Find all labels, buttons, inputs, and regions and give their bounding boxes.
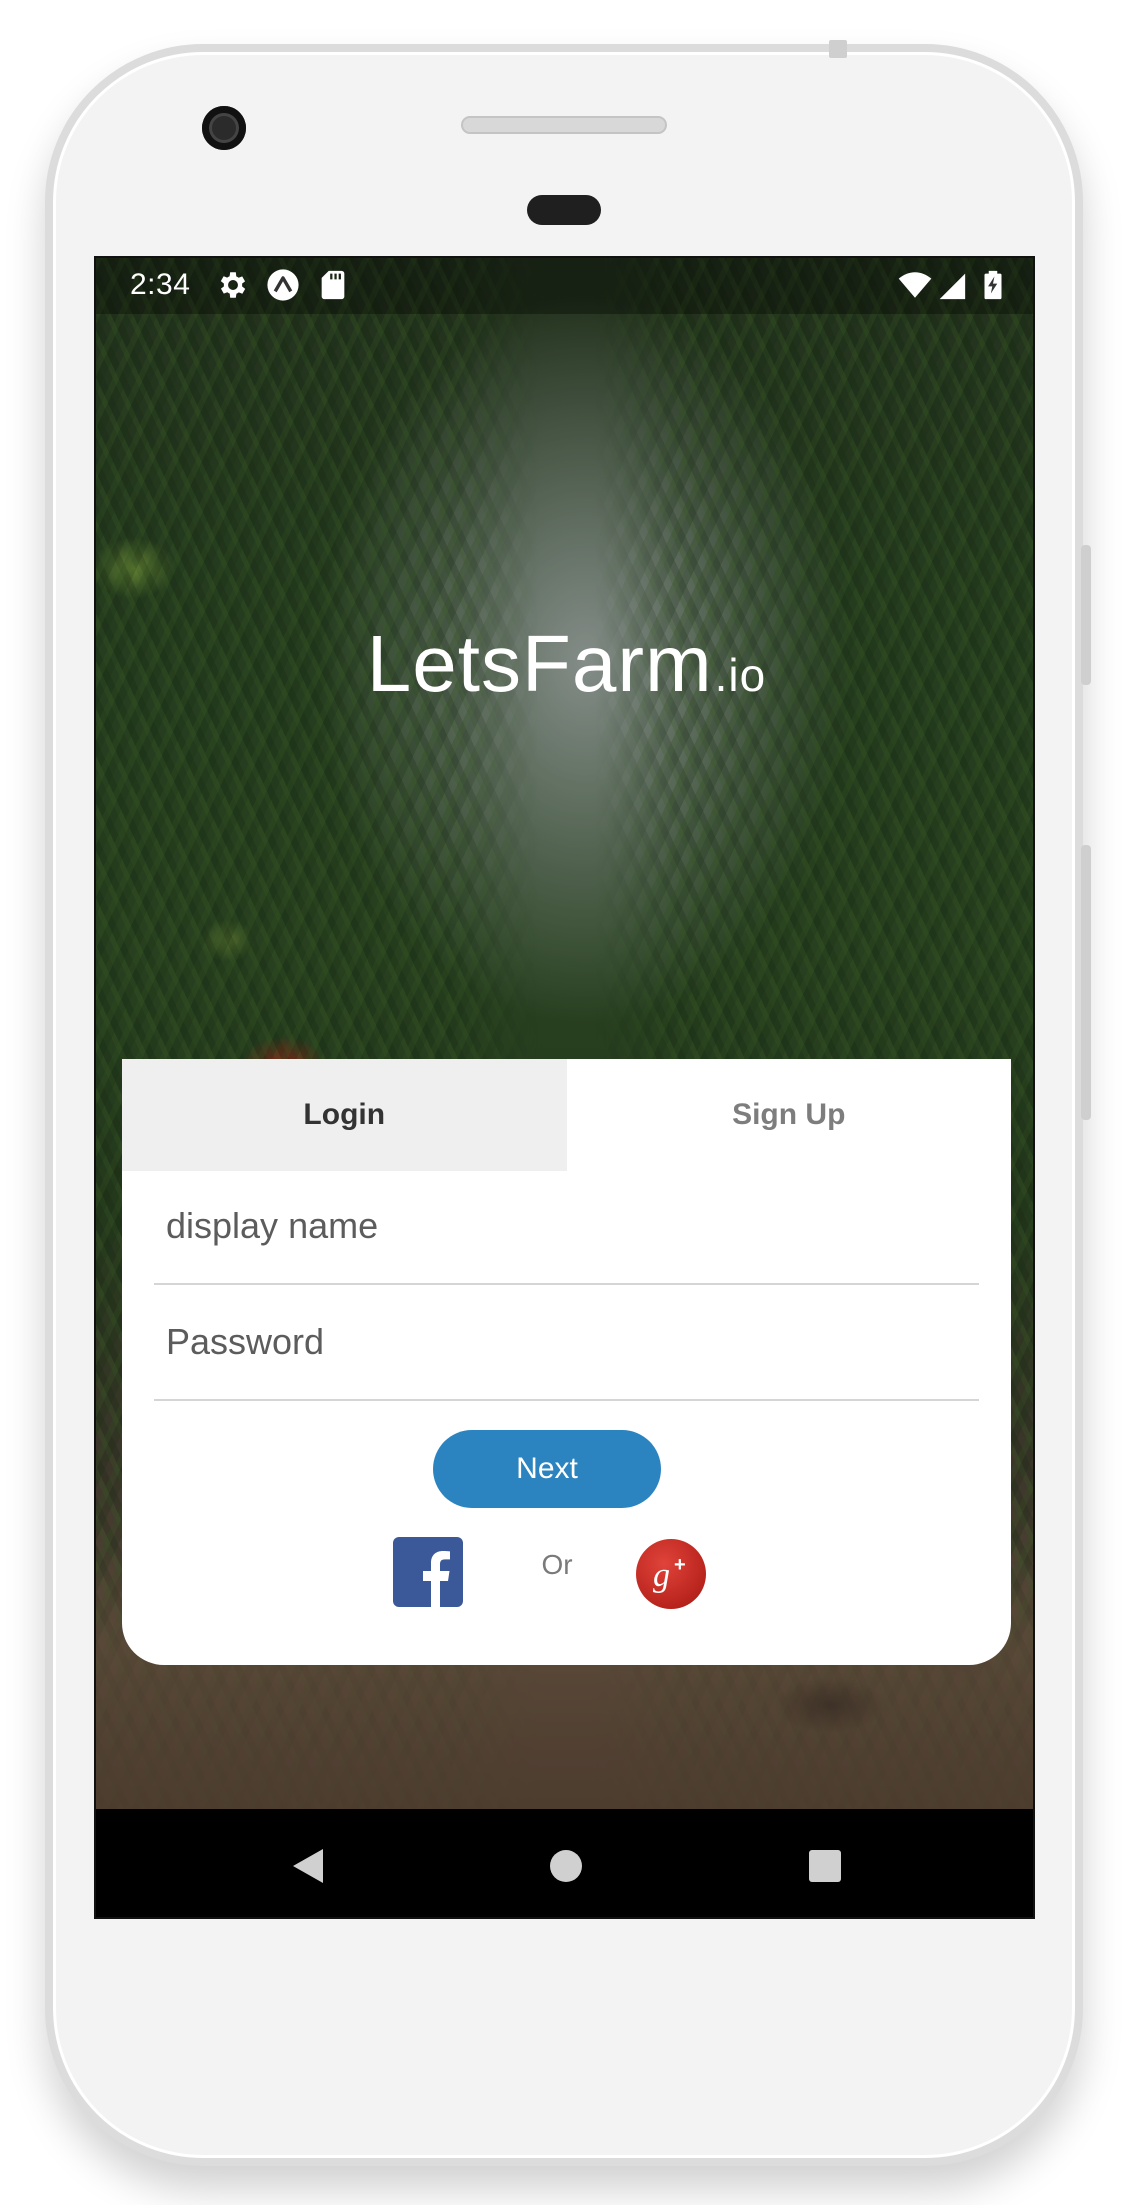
next-button[interactable]: Next [433,1430,661,1508]
front-camera [202,106,246,150]
social-login-row: Or g + [122,1537,1011,1617]
password-field [154,1287,979,1401]
battery-charging-icon [976,268,1010,302]
svg-text:+: + [674,1554,686,1576]
phone-volume-button [1081,545,1091,685]
earpiece-speaker [461,116,667,134]
recents-icon[interactable] [802,1843,848,1889]
settings-icon [216,268,250,302]
or-separator: Or [541,1549,573,1580]
status-bar: 2:34 [96,258,1033,314]
phone-screen: 2:34 LetsFarm.io Login Sign Up display n… [94,256,1035,1919]
home-icon[interactable] [543,1843,589,1889]
status-time: 2:34 [130,268,191,301]
expo-icon [266,268,300,302]
phone-top-button [829,40,847,58]
tab-sign-up[interactable]: Sign Up [566,1059,1011,1171]
app-title-suffix: .io [714,649,767,701]
google-plus-icon[interactable]: g + [636,1539,706,1609]
display-name-input[interactable] [166,1205,966,1247]
auth-card: Login Sign Up Next Or g + [122,1059,1011,1665]
app-title-name: LetsFarm [366,619,713,708]
display-name-field [154,1171,979,1285]
facebook-icon[interactable] [393,1537,463,1607]
signal-icon [934,268,968,302]
proximity-sensor [527,195,601,225]
app-title: LetsFarm.io [96,618,1033,710]
password-input[interactable] [166,1321,966,1363]
back-icon[interactable] [285,1843,331,1889]
tab-login[interactable]: Login [122,1059,567,1171]
wifi-icon [898,268,932,302]
auth-tabs: Login Sign Up [122,1059,1011,1171]
svg-text:g: g [653,1557,670,1594]
system-nav-bar [96,1809,1033,1917]
phone-power-button [1081,845,1091,1120]
sd-card-icon [316,268,350,302]
